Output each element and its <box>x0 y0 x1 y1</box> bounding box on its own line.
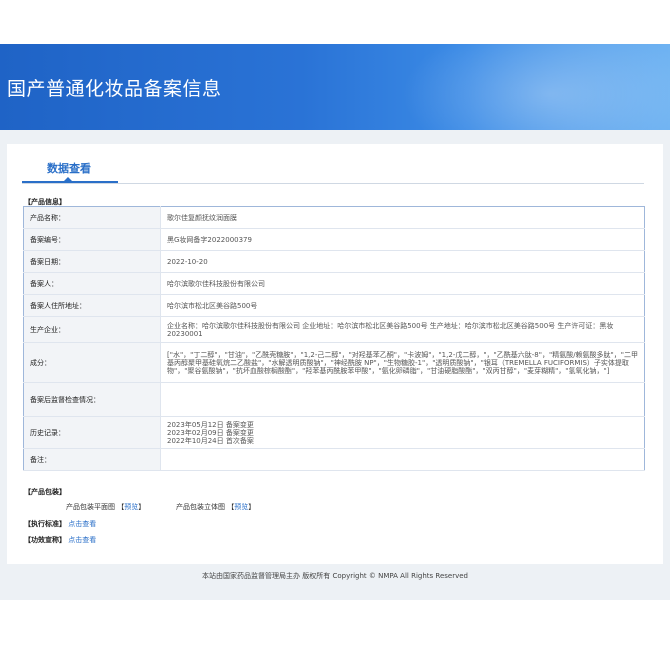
row-key: 生产企业： <box>23 316 161 343</box>
page-title: 国产普通化妆品备案信息 <box>7 78 222 100</box>
tab-data-view[interactable]: 数据查看 <box>47 160 91 176</box>
row-key: 备案编号： <box>23 228 161 251</box>
standard-row: 【执行标准】 点击查看 <box>24 519 96 529</box>
table-row: 备案编号： 黑G妆网备字2022000379 <box>23 228 645 251</box>
row-value: ["水"，"丁二醇"，"甘油"，"乙酰壳糖胺"，"1,2-己二醇"，"对羟基苯乙… <box>160 342 645 383</box>
standard-label: 【执行标准】 <box>24 520 66 528</box>
packaging-flat-preview-link[interactable]: 预览 <box>124 503 138 511</box>
history-value: 2023年05月12日 备案变更 2023年02月09日 备案变更 2022年1… <box>160 416 645 449</box>
packaging-flat: 产品包装平面图 【预览】 <box>66 502 145 512</box>
table-row: 成分： ["水"，"丁二醇"，"甘油"，"乙酰壳糖胺"，"1,2-己二醇"，"对… <box>23 342 645 383</box>
header-banner: 国产普通化妆品备案信息 <box>0 44 670 130</box>
table-row: 备案后监督检查情况： <box>23 382 645 417</box>
table-row: 备注： <box>23 448 645 471</box>
row-value: 黑G妆网备字2022000379 <box>160 228 645 251</box>
row-key: 成分： <box>23 342 161 383</box>
row-key: 产品名称： <box>23 206 161 229</box>
row-key: 备案人住所地址： <box>23 294 161 317</box>
product-info-table: 产品名称： 歌尔佳复颜抚纹润面膜 备案编号： 黑G妆网备字2022000379 … <box>23 206 645 471</box>
bracket-close: 】 <box>138 503 146 511</box>
row-value: 企业名称：哈尔滨歌尔佳科技股份有限公司 企业地址：哈尔滨市松北区美谷路500号 … <box>160 316 645 343</box>
row-value: 歌尔佳复颜抚纹润面膜 <box>160 206 645 229</box>
packaging-label: 【产品包装】 <box>24 488 66 496</box>
table-row: 生产企业： 企业名称：哈尔滨歌尔佳科技股份有限公司 企业地址：哈尔滨市松北区美谷… <box>23 316 645 343</box>
efficacy-row: 【功效宣称】 点击查看 <box>24 535 96 545</box>
table-row: 备案人住所地址： 哈尔滨市松北区美谷路500号 <box>23 294 645 317</box>
table-row: 历史记录： 2023年05月12日 备案变更 2023年02月09日 备案变更 … <box>23 416 645 449</box>
efficacy-label: 【功效宣称】 <box>24 536 66 544</box>
bracket-close: 】 <box>248 503 256 511</box>
row-key: 备注： <box>23 448 161 471</box>
standard-view-link[interactable]: 点击查看 <box>68 520 96 528</box>
row-value: 哈尔滨歌尔佳科技股份有限公司 <box>160 272 645 295</box>
row-key: 历史记录： <box>23 416 161 449</box>
table-row: 产品名称： 歌尔佳复颜抚纹润面膜 <box>23 206 645 229</box>
row-key: 备案日期： <box>23 250 161 273</box>
row-value <box>160 448 645 471</box>
packaging-stereo: 产品包装立体图 【预览】 <box>176 502 255 512</box>
table-row: 备案人： 哈尔滨歌尔佳科技股份有限公司 <box>23 272 645 295</box>
row-value: 哈尔滨市松北区美谷路500号 <box>160 294 645 317</box>
footer-copyright: 本站由国家药品监督管理局主办 版权所有 Copyright © NMPA All… <box>202 572 468 580</box>
tab-divider <box>22 183 644 184</box>
row-value <box>160 382 645 417</box>
row-key: 备案人： <box>23 272 161 295</box>
row-key: 备案后监督检查情况： <box>23 382 161 417</box>
packaging-stereo-preview-link[interactable]: 预览 <box>234 503 248 511</box>
efficacy-view-link[interactable]: 点击查看 <box>68 536 96 544</box>
table-row: 备案日期： 2022-10-20 <box>23 250 645 273</box>
packaging-stereo-label: 产品包装立体图 <box>176 503 225 511</box>
packaging-flat-label: 产品包装平面图 <box>66 503 115 511</box>
row-value: 2022-10-20 <box>160 250 645 273</box>
